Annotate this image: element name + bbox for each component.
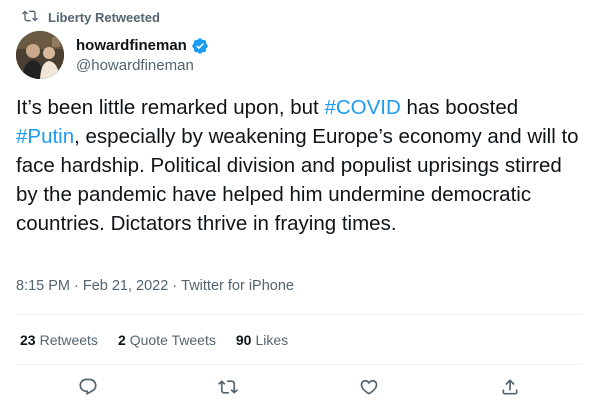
tweet-text: It’s been little remarked upon, but #COV…	[16, 93, 582, 238]
retweet-header: Liberty Retweeted	[22, 8, 160, 27]
likes-count: 90	[235, 332, 252, 348]
share-button[interactable]	[499, 378, 521, 400]
tweet-stats: 23 Retweets 2 Quote Tweets 90 Likes	[20, 332, 288, 348]
author-handle[interactable]: @howardfineman	[76, 57, 209, 74]
hashtag-link[interactable]: #COVID	[324, 96, 400, 119]
author-display-name[interactable]: howardfineman	[76, 37, 187, 54]
tweet-date[interactable]: Feb 21, 2022	[83, 278, 168, 294]
tweet-text-segment: , especially by weakening Europe’s econo…	[16, 125, 585, 235]
likes-label: Likes	[255, 332, 289, 348]
retweets-stat[interactable]: 23 Retweets	[20, 332, 98, 348]
meta-separator: ·	[74, 278, 79, 294]
tweet-author: howardfineman @howardfineman	[16, 31, 209, 79]
retweets-label: Retweets	[39, 332, 98, 348]
tweet-actions	[0, 372, 598, 408]
retweet-icon	[218, 377, 238, 402]
heart-icon	[359, 377, 379, 402]
retweet-header-text[interactable]: Liberty Retweeted	[48, 10, 160, 25]
share-icon	[500, 377, 520, 402]
divider	[16, 314, 582, 315]
tweet-time[interactable]: 8:15 PM	[16, 278, 70, 294]
retweet-icon	[22, 8, 38, 27]
like-button[interactable]	[358, 378, 380, 400]
reply-button[interactable]	[77, 378, 99, 400]
tweet-source[interactable]: Twitter for iPhone	[181, 278, 294, 294]
retweet-button[interactable]	[217, 378, 239, 400]
author-names: howardfineman @howardfineman	[76, 37, 209, 74]
tweet-text-segment: It’s been little remarked upon, but	[16, 96, 325, 119]
divider	[16, 364, 582, 365]
quote-tweets-count: 2	[117, 332, 126, 348]
quote-tweets-stat[interactable]: 2 Quote Tweets	[118, 332, 216, 348]
likes-stat[interactable]: 90 Likes	[236, 332, 288, 348]
quote-tweets-label: Quote Tweets	[129, 332, 216, 348]
retweets-count: 23	[20, 332, 36, 348]
avatar[interactable]	[16, 31, 64, 79]
reply-icon	[78, 377, 98, 402]
meta-separator: ·	[172, 278, 178, 294]
hashtag-link[interactable]: #Putin	[16, 125, 74, 148]
verified-badge-icon	[191, 37, 209, 55]
tweet-meta: 8:15 PM · Feb 21, 2022 · Twitter for iPh…	[16, 278, 294, 294]
tweet-text-segment: has boosted	[400, 96, 524, 119]
